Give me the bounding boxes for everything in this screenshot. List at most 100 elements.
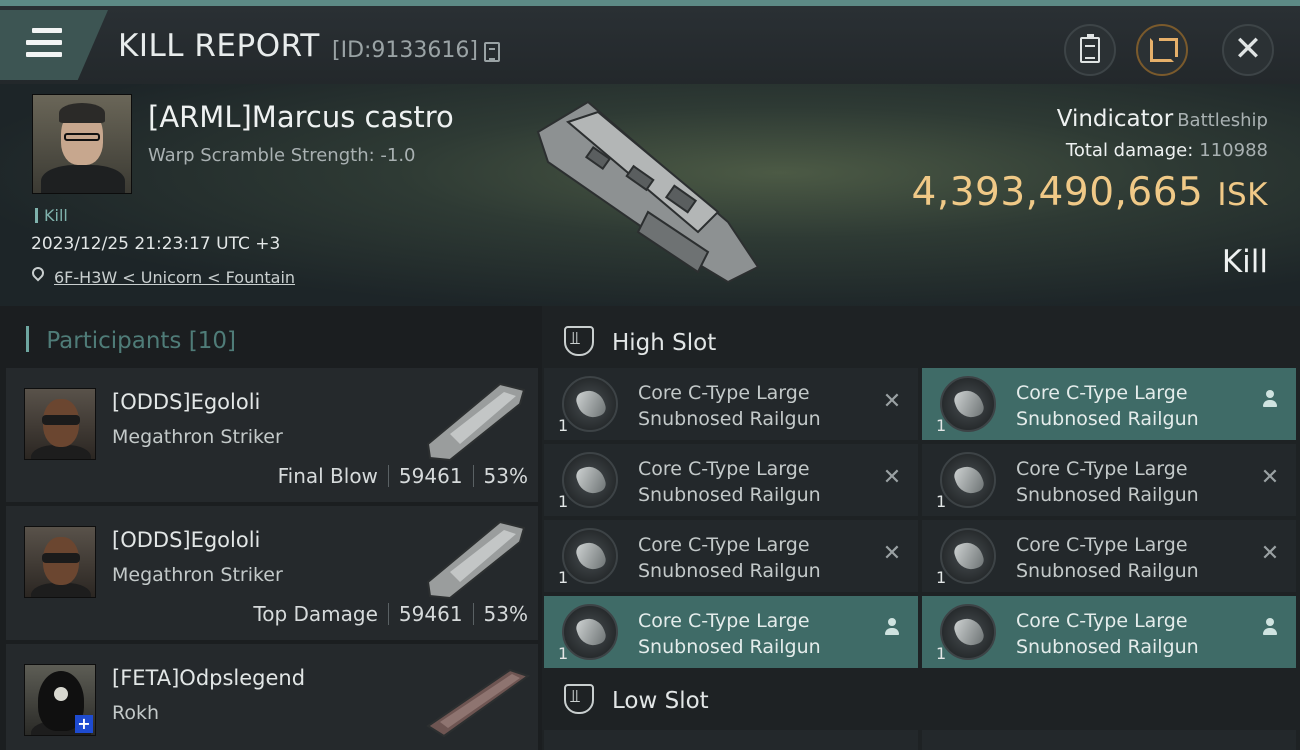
victim-ship-image[interactable] — [528, 92, 768, 292]
report-id: [ID:9133616] — [332, 38, 478, 63]
railgun-icon — [940, 376, 996, 432]
module-item[interactable]: 1 Core C-Type Large Snubnosed Railgun ✕ — [544, 368, 918, 440]
participant-role: Top Damage — [253, 602, 378, 626]
participant-ship-image — [426, 668, 531, 738]
low-slot-title: Low Slot — [612, 688, 709, 714]
railgun-icon — [940, 604, 996, 660]
plus-badge-icon: + — [75, 715, 93, 733]
participant-ship: Megathron Striker — [112, 426, 283, 448]
isk-unit: ISK — [1217, 177, 1268, 213]
victim-ship-name[interactable]: Vindicator — [1057, 106, 1173, 132]
participant-row[interactable]: [ODDS]Egololi Megathron Striker Final Bl… — [6, 368, 538, 502]
participant-portrait[interactable] — [24, 526, 96, 598]
participant-stats: Final Blow 59461 53% — [278, 464, 528, 488]
module-item[interactable] — [544, 730, 918, 750]
close-button[interactable]: ✕ — [1222, 24, 1274, 76]
x-mark-icon: ✕ — [1260, 541, 1280, 566]
module-name: Core C-Type Large Snubnosed Railgun — [1016, 458, 1199, 506]
module-item[interactable]: 1 Core C-Type Large Snubnosed Railgun — [544, 596, 918, 668]
module-name: Core C-Type Large Snubnosed Railgun — [638, 610, 821, 658]
participant-percent: 53% — [483, 464, 528, 488]
x-mark-icon: ✕ — [1260, 465, 1280, 490]
participant-ship-image — [426, 382, 526, 462]
railgun-icon — [940, 452, 996, 508]
share-icon — [1150, 38, 1178, 62]
participant-ship: Rokh — [112, 702, 160, 724]
participant-stats: Top Damage 59461 53% — [253, 602, 528, 626]
module-name: Core C-Type Large Snubnosed Railgun — [638, 382, 821, 430]
participants-header: Participants [10] — [26, 326, 236, 354]
module-item[interactable]: 1 Core C-Type Large Snubnosed Railgun — [922, 596, 1296, 668]
high-slot-icon — [564, 326, 594, 356]
participants-title: Participants — [46, 328, 182, 354]
railgun-icon — [562, 452, 618, 508]
close-icon: ✕ — [1233, 28, 1263, 69]
module-name: Core C-Type Large Snubnosed Railgun — [1016, 534, 1199, 582]
module-quantity: 1 — [936, 416, 947, 435]
x-mark-icon: ✕ — [882, 389, 902, 414]
module-item[interactable]: 1 Core C-Type Large Snubnosed Railgun ✕ — [544, 444, 918, 516]
railgun-icon — [562, 376, 618, 432]
participant-damage: 59461 — [398, 602, 463, 626]
module-quantity: 1 — [936, 492, 947, 511]
participant-percent: 53% — [483, 602, 528, 626]
module-item[interactable]: 1 Core C-Type Large Snubnosed Railgun ✕ — [922, 520, 1296, 592]
victim-banner: [ARML]Marcus castro Warp Scramble Streng… — [0, 84, 1300, 306]
total-damage: Total damage: 110988 — [1066, 140, 1268, 161]
module-quantity: 1 — [558, 568, 569, 587]
participant-name: [ODDS]Egololi — [112, 390, 261, 414]
isk-value: 4,393,490,665 ISK — [912, 170, 1268, 215]
person-icon — [1258, 390, 1282, 414]
participant-ship: Megathron Striker — [112, 564, 283, 586]
result-label: Kill — [1221, 244, 1268, 280]
warp-scramble-strength: Warp Scramble Strength: -1.0 — [148, 145, 416, 166]
total-damage-label: Total damage: — [1065, 140, 1194, 161]
participant-row[interactable]: + [FETA]Odpslegend Rokh — [6, 644, 538, 750]
participant-ship-image — [426, 520, 526, 600]
victim-ship-info: Vindicator Battleship — [1057, 106, 1268, 132]
total-damage-value: 110988 — [1199, 140, 1268, 161]
participant-name: [ODDS]Egololi — [112, 528, 261, 552]
railgun-icon — [562, 528, 618, 584]
menu-icon — [26, 28, 62, 58]
module-name: Core C-Type Large Snubnosed Railgun — [638, 458, 821, 506]
module-quantity: 1 — [936, 568, 947, 587]
clipboard-icon — [1080, 34, 1100, 63]
location-pin-icon — [29, 264, 47, 282]
module-item[interactable]: 1 Core C-Type Large Snubnosed Railgun ✕ — [544, 520, 918, 592]
clipboard-button[interactable] — [1064, 24, 1116, 76]
share-button[interactable] — [1136, 24, 1188, 76]
railgun-icon — [562, 604, 618, 660]
module-item[interactable]: 1 Core C-Type Large Snubnosed Railgun — [922, 368, 1296, 440]
person-icon — [1258, 618, 1282, 642]
fitting-panel: High Slot 1 Core C-Type LargeSnubnosed R… — [542, 306, 1300, 750]
victim-portrait[interactable] — [32, 94, 132, 194]
copy-icon[interactable] — [484, 42, 500, 62]
module-quantity: 1 — [558, 416, 569, 435]
kill-tag: Kill — [35, 206, 68, 225]
module-quantity: 1 — [936, 644, 947, 663]
high-slot-title: High Slot — [612, 330, 717, 356]
participant-name: [FETA]Odpslegend — [112, 666, 306, 690]
victim-ship-class: Battleship — [1177, 110, 1268, 131]
x-mark-icon: ✕ — [882, 541, 902, 566]
participant-row[interactable]: [ODDS]Egololi Megathron Striker Top Dama… — [6, 506, 538, 640]
module-name: Core C-Type Large Snubnosed Railgun — [1016, 382, 1199, 430]
kill-location-link[interactable]: 6F-H3W < Unicorn < Fountain — [54, 268, 295, 287]
x-mark-icon: ✕ — [882, 465, 902, 490]
participant-portrait[interactable] — [24, 388, 96, 460]
low-slot-icon — [564, 684, 594, 714]
participant-role: Final Blow — [277, 464, 378, 488]
menu-button[interactable] — [0, 10, 108, 80]
module-item[interactable] — [922, 730, 1296, 750]
person-icon — [880, 618, 904, 642]
module-item[interactable]: 1 Core C-Type Large Snubnosed Railgun ✕ — [922, 444, 1296, 516]
participants-count: [10] — [188, 328, 236, 354]
railgun-icon — [940, 528, 996, 584]
module-name: Core C-Type Large Snubnosed Railgun — [638, 534, 821, 582]
top-bar: KILL REPORT [ID:9133616] ✕ — [0, 0, 1300, 84]
victim-name[interactable]: [ARML]Marcus castro — [148, 100, 454, 134]
participant-portrait[interactable]: + — [24, 664, 96, 736]
isk-amount: 4,393,490,665 — [911, 170, 1204, 215]
high-slot-header: High Slot — [564, 326, 716, 356]
